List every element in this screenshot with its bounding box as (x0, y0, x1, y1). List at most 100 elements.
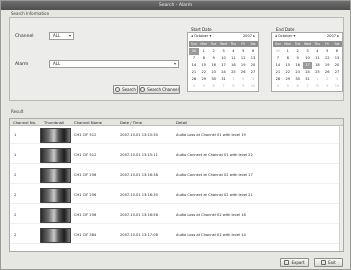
row-thumbnail[interactable] (40, 208, 71, 223)
calendar-day[interactable]: 12 (238, 55, 248, 62)
end-date-calendar[interactable]: ◂ October ▾ 2007 ▸ Sun Mon Tue Wed Thu Fri Sat… (271, 32, 343, 92)
table-row[interactable]: 1 CH1 CIF 512 2007.10.01 13:15:30 Audio Los… (10, 127, 343, 144)
calendar-day[interactable]: 6 (332, 48, 342, 55)
calendar-day[interactable]: 31 (219, 76, 229, 83)
calendar-day[interactable]: 23 (293, 69, 303, 76)
calendar-day[interactable]: 24 (303, 69, 313, 76)
calendar-day[interactable]: 6 (293, 83, 303, 90)
calendar-day[interactable]: 1 (228, 76, 238, 83)
calendar-day[interactable]: 28 (273, 76, 283, 83)
calendar-day[interactable]: 29 (199, 76, 209, 83)
calendar-day[interactable]: 2 (238, 76, 248, 83)
calendar-day[interactable]: 7 (303, 83, 313, 90)
calendar-day[interactable]: 3 (332, 76, 342, 83)
alarm-select[interactable]: ALL ▾ (49, 60, 179, 68)
row-thumbnail[interactable] (40, 128, 71, 143)
calendar-day[interactable]: 30 (209, 76, 219, 83)
start-day-grid[interactable]: 30 1 2 3 4 5 6 7 8 9 10 11 12 13 14 15 16 17 18 19 20 21 22 23 2… (189, 48, 258, 90)
calendar-day[interactable]: 22 (199, 69, 209, 76)
table-row[interactable]: 2 CH1 CIF 256 2007.10.01 13:16:58 Audio Los… (10, 207, 343, 224)
calendar-day[interactable]: 18 (312, 62, 322, 69)
calendar-day[interactable]: 20 (332, 62, 342, 69)
calendar-day[interactable]: 18 (228, 62, 238, 69)
calendar-day[interactable]: 4 (273, 83, 283, 90)
calendar-day[interactable]: 13 (332, 55, 342, 62)
row-thumbnail[interactable] (40, 228, 71, 243)
calendar-day[interactable]: 17 (219, 62, 229, 69)
calendar-day[interactable]: 11 (228, 55, 238, 62)
calendar-day[interactable]: 26 (322, 69, 332, 76)
calendar-day[interactable]: 5 (283, 83, 293, 90)
calendar-day[interactable]: 8 (312, 83, 322, 90)
calendar-day[interactable]: 9 (322, 83, 332, 90)
calendar-day[interactable]: 21 (189, 69, 199, 76)
calendar-day[interactable]: 24 (219, 69, 229, 76)
table-row[interactable]: 2 CH1 CIF 256 2007.10.01 13:16:38 Audio Con… (10, 167, 343, 184)
calendar-day[interactable]: 29 (283, 76, 293, 83)
exit-button[interactable]: Exit (314, 258, 343, 267)
result-scrollbar[interactable] (339, 126, 343, 251)
calendar-day[interactable]: 5 (199, 83, 209, 90)
search-button[interactable]: Search (113, 85, 138, 94)
calendar-day[interactable]: 12 (322, 55, 332, 62)
calendar-day[interactable]: 14 (189, 62, 199, 69)
calendar-day[interactable]: 16 (209, 62, 219, 69)
calendar-day[interactable]: 30 (189, 48, 199, 55)
calendar-day[interactable]: 2 (209, 48, 219, 55)
search-channel-button[interactable]: Search Channel (139, 85, 180, 94)
calendar-day[interactable]: 8 (199, 55, 209, 62)
calendar-day[interactable]: 10 (303, 55, 313, 62)
calendar-day[interactable]: 11 (312, 55, 322, 62)
calendar-day[interactable]: 10 (219, 55, 229, 62)
calendar-day[interactable]: 28 (189, 76, 199, 83)
calendar-day[interactable]: 10 (248, 83, 258, 90)
calendar-day[interactable]: 23 (209, 69, 219, 76)
calendar-day[interactable]: 4 (228, 48, 238, 55)
calendar-day[interactable]: 30 (273, 48, 283, 55)
calendar-day[interactable]: 2 (322, 76, 332, 83)
calendar-day[interactable]: 9 (293, 55, 303, 62)
table-row[interactable]: 2 CH1 CIF 384 2007.10.01 13:17:08 Audio Los… (10, 227, 343, 244)
calendar-day[interactable]: 3 (248, 76, 258, 83)
calendar-day[interactable]: 22 (283, 69, 293, 76)
channel-select[interactable]: ALL ▾ (49, 32, 74, 40)
calendar-day[interactable]: 5 (322, 48, 332, 55)
start-month-selector[interactable]: ◂ October ▾ (191, 33, 211, 40)
calendar-day[interactable]: 10 (332, 83, 342, 90)
calendar-day[interactable]: 4 (189, 83, 199, 90)
start-year-selector[interactable]: 2007 ▸ (243, 33, 255, 40)
calendar-day[interactable]: 6 (209, 83, 219, 90)
end-year-selector[interactable]: 2007 ▸ (327, 33, 339, 40)
calendar-day[interactable]: 1 (199, 48, 209, 55)
calendar-day[interactable]: 8 (283, 55, 293, 62)
calendar-day[interactable]: 13 (248, 55, 258, 62)
result-table[interactable]: Channel No. Thumbnail Channel Name Date … (9, 118, 344, 252)
calendar-day[interactable]: 27 (248, 69, 258, 76)
calendar-day[interactable]: 31 (303, 76, 313, 83)
row-thumbnail[interactable] (40, 168, 71, 183)
calendar-day[interactable]: 5 (238, 48, 248, 55)
calendar-day[interactable]: 27 (332, 69, 342, 76)
calendar-day[interactable]: 20 (248, 62, 258, 69)
calendar-day[interactable]: 25 (312, 69, 322, 76)
calendar-day[interactable]: 4 (312, 48, 322, 55)
calendar-day[interactable]: 15 (283, 62, 293, 69)
calendar-day[interactable]: 25 (228, 69, 238, 76)
row-thumbnail[interactable] (40, 188, 71, 203)
calendar-day[interactable]: 6 (248, 48, 258, 55)
table-row[interactable]: 2 CH1 CIF 256 2007.10.01 13:16:30 Audio Con… (10, 187, 343, 204)
calendar-day[interactable]: 7 (219, 83, 229, 90)
calendar-day[interactable]: 15 (199, 62, 209, 69)
calendar-day[interactable]: 30 (293, 76, 303, 83)
calendar-day[interactable]: 1 (283, 48, 293, 55)
calendar-day[interactable]: 3 (219, 48, 229, 55)
calendar-day[interactable]: 9 (238, 83, 248, 90)
end-month-selector[interactable]: ◂ October ▾ (275, 33, 295, 40)
calendar-day[interactable]: 3 (303, 48, 313, 55)
calendar-day[interactable]: 19 (322, 62, 332, 69)
calendar-day[interactable]: 14 (273, 62, 283, 69)
calendar-day[interactable]: 17 (302, 62, 313, 69)
calendar-day[interactable]: 8 (228, 83, 238, 90)
calendar-day[interactable]: 9 (209, 55, 219, 62)
calendar-day[interactable]: 2 (293, 48, 303, 55)
